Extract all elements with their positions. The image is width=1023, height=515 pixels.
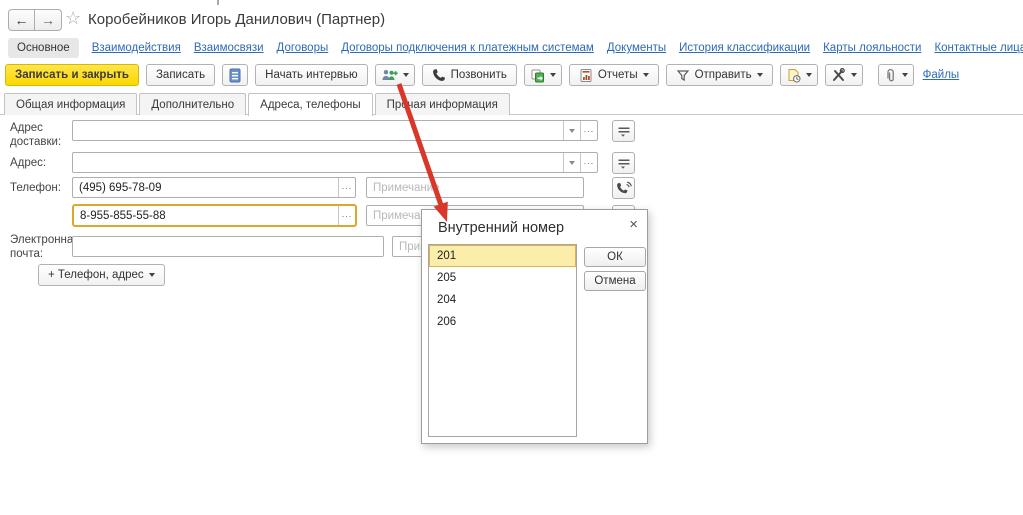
reports-button[interactable]: Отчеты <box>568 64 659 86</box>
copy-actions-button[interactable] <box>523 64 562 86</box>
attachments-button[interactable] <box>877 64 914 86</box>
reports-button-label: Отчеты <box>597 69 638 81</box>
tab-additional[interactable]: Дополнительно <box>139 93 247 115</box>
delivery-address-comment-button[interactable] <box>612 120 635 142</box>
favorite-star-icon[interactable]: ☆ <box>65 8 81 29</box>
comment-icon <box>617 157 631 169</box>
list-item-extension[interactable]: 206 <box>429 311 576 333</box>
tab-general-info[interactable]: Общая информация <box>4 93 138 115</box>
chevron-down-icon <box>569 160 575 165</box>
call-button-label: Позвонить <box>450 69 507 81</box>
delivery-address-label: Адрес доставки: <box>10 122 62 148</box>
start-interview-button[interactable]: Начать интервью <box>255 64 368 86</box>
nav-item-loyalty-cards[interactable]: Карты лояльности <box>823 42 921 54</box>
address-input[interactable] <box>73 153 563 172</box>
tab-addresses-phones[interactable]: Адреса, телефоны <box>248 93 373 116</box>
chevron-down-icon <box>569 128 575 133</box>
choose-button[interactable]: ... <box>580 153 597 172</box>
address-comment-button[interactable] <box>612 152 635 174</box>
phone-icon <box>432 68 446 82</box>
nav-item-contact-persons[interactable]: Контактные лица <box>934 42 1023 54</box>
nav-item-contracts[interactable]: Договоры <box>277 42 329 54</box>
paperclip-icon <box>884 68 897 83</box>
files-link[interactable]: Файлы <box>923 69 960 81</box>
close-icon[interactable]: × <box>629 216 638 233</box>
phone1-note-input[interactable] <box>366 177 584 198</box>
cancel-button[interactable]: Отмена <box>584 271 646 291</box>
report-icon <box>579 68 593 83</box>
delivery-address-field: ... <box>72 120 598 141</box>
window-edge-artifact <box>217 0 219 5</box>
chevron-down-icon <box>148 273 155 277</box>
phone2-input[interactable] <box>74 206 338 225</box>
add-phone-address-label: + Телефон, адрес <box>48 269 144 281</box>
phone2-field: ... <box>72 204 357 227</box>
phone-label: Телефон: <box>10 182 61 194</box>
nav-item-relations[interactable]: Взаимосвязи <box>194 42 264 54</box>
dialog-title: Внутренний номер <box>438 220 565 236</box>
document-history-button[interactable] <box>779 64 818 86</box>
phone1-call-button[interactable] <box>612 177 635 199</box>
list-item-extension[interactable]: 201 <box>429 245 576 267</box>
chevron-down-icon <box>850 73 857 77</box>
internal-number-dialog: Внутренний номер × 201 205 204 206 ОК От… <box>421 209 648 444</box>
address-field: ... <box>72 152 598 173</box>
chevron-down-icon <box>805 73 812 77</box>
add-person-icon <box>381 68 398 83</box>
chevron-down-icon <box>402 73 409 77</box>
history-nav-group: ← → <box>8 9 62 31</box>
back-icon: ← <box>14 12 29 28</box>
page-title: Коробейников Игорь Данилович (Партнер) <box>88 11 386 28</box>
forward-icon: → <box>41 12 55 28</box>
nav-item-classification-history[interactable]: История классификации <box>679 42 810 54</box>
list-item-extension[interactable]: 204 <box>429 289 576 311</box>
document-clock-icon <box>786 68 801 83</box>
chevron-down-icon <box>756 73 763 77</box>
detail-tabs: Общая информация Дополнительно Адреса, т… <box>4 93 510 116</box>
email-input[interactable] <box>72 236 384 257</box>
dropdown-button[interactable] <box>563 153 580 172</box>
back-button[interactable]: ← <box>8 9 35 31</box>
section-nav: Основное Взаимодействия Взаимосвязи Дого… <box>8 38 1023 58</box>
nav-item-documents[interactable]: Документы <box>607 42 666 54</box>
email-label: Электронная почта: <box>10 234 80 260</box>
dropdown-button[interactable] <box>563 121 580 140</box>
copy-forward-icon <box>530 68 545 83</box>
toolbar: Записать и закрыть Записать Начать интер… <box>5 64 959 86</box>
add-phone-address-button[interactable]: + Телефон, адрес <box>38 264 165 286</box>
nav-item-main[interactable]: Основное <box>8 38 79 58</box>
chevron-down-icon <box>549 73 556 77</box>
choose-button[interactable]: ... <box>338 206 355 225</box>
tools-button[interactable] <box>824 64 863 86</box>
phone1-input[interactable] <box>73 178 338 197</box>
extension-list: 201 205 204 206 <box>428 244 577 437</box>
nav-item-interactions[interactable]: Взаимодействия <box>92 42 181 54</box>
address-label: Адрес: <box>10 157 47 169</box>
delivery-address-input[interactable] <box>73 121 563 140</box>
ok-button[interactable]: ОК <box>584 247 646 267</box>
phone-call-icon <box>616 181 632 196</box>
choose-button[interactable]: ... <box>338 178 355 197</box>
chevron-down-icon <box>642 73 649 77</box>
forward-button[interactable]: → <box>35 9 62 31</box>
choose-button[interactable]: ... <box>580 121 597 140</box>
nav-item-payment-contracts[interactable]: Договоры подключения к платежным система… <box>341 42 594 54</box>
save-button[interactable]: Записать <box>145 64 216 86</box>
tools-icon <box>831 68 846 82</box>
send-button[interactable]: Отправить <box>665 64 773 86</box>
comment-icon <box>617 125 631 137</box>
list-card-icon <box>228 68 242 83</box>
show-in-list-button[interactable] <box>222 64 249 86</box>
contacts-menu-button[interactable] <box>374 64 415 86</box>
chevron-down-icon <box>901 73 908 77</box>
send-button-label: Отправить <box>694 69 752 81</box>
call-button[interactable]: Позвонить <box>421 64 517 86</box>
funnel-icon <box>676 69 690 82</box>
save-and-close-button[interactable]: Записать и закрыть <box>5 64 139 86</box>
tab-other-info[interactable]: Прочая информация <box>374 93 510 115</box>
list-item-extension[interactable]: 205 <box>429 267 576 289</box>
phone1-field: ... <box>72 177 356 198</box>
